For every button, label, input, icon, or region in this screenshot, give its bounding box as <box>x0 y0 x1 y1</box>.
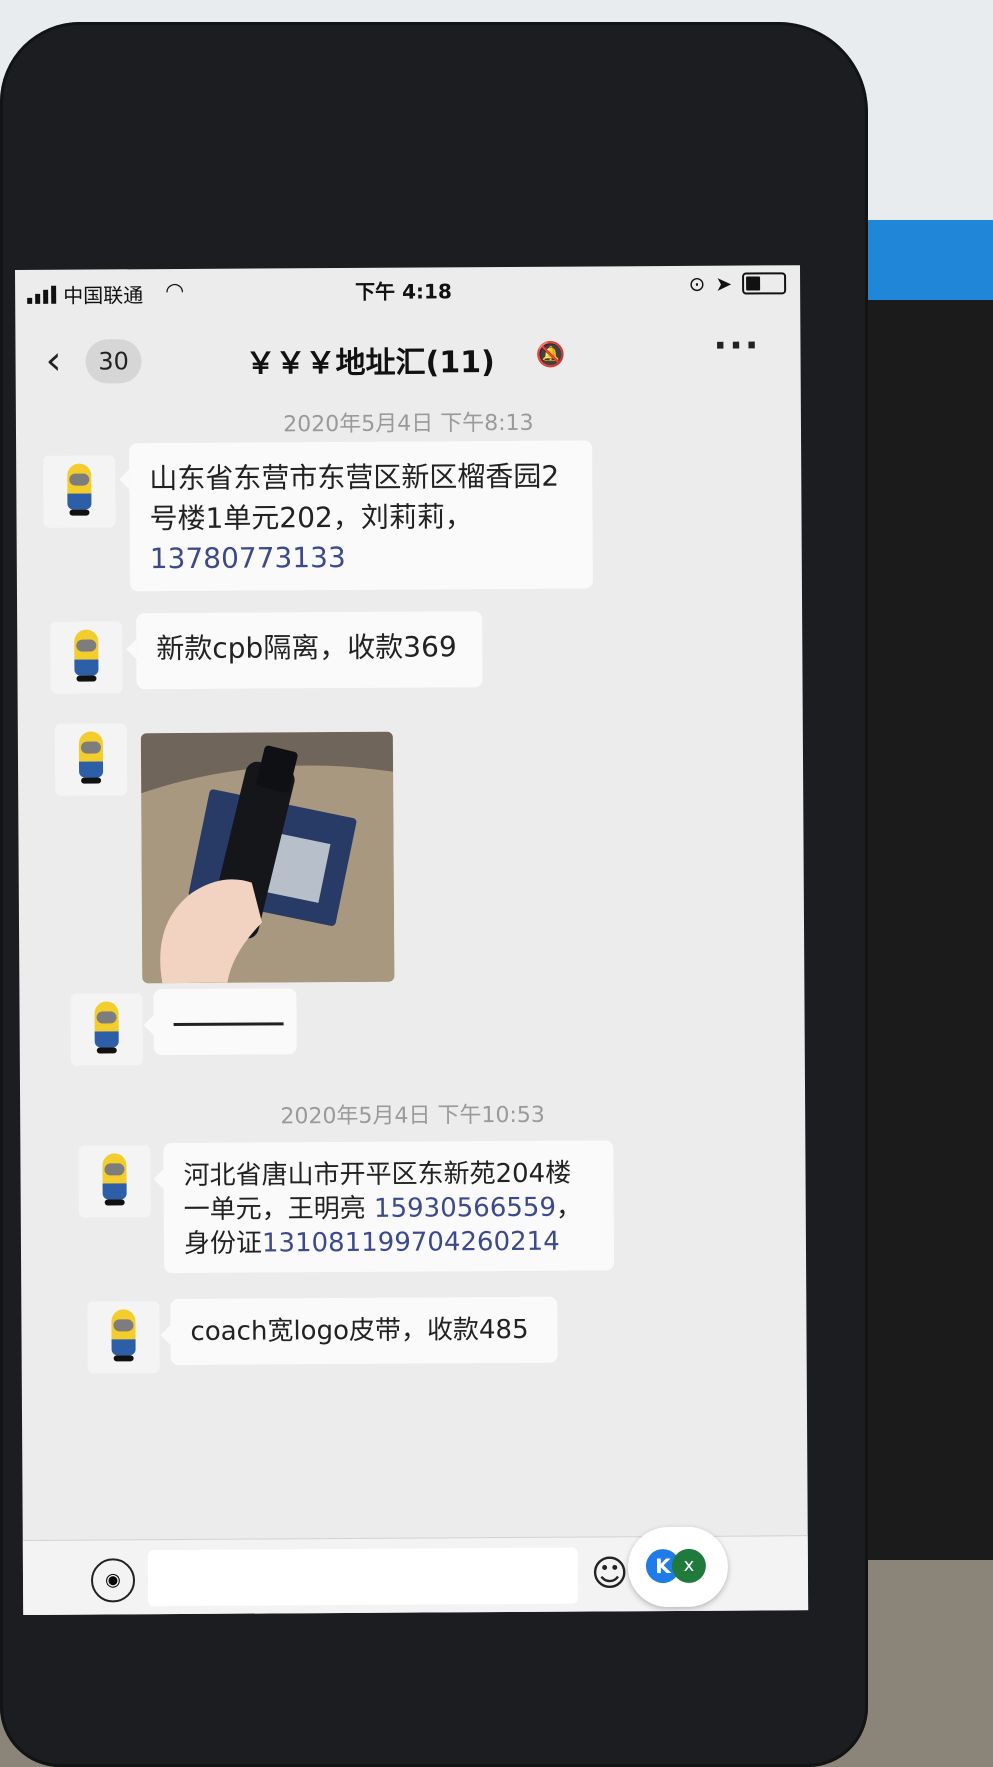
minion-avatar-icon <box>90 1001 122 1057</box>
unread-count-badge[interactable]: 30 <box>85 339 142 384</box>
minion-avatar-icon <box>63 463 95 520</box>
chat-header: ‹ 30 ￥￥￥地址汇(11) 🔕 ··· <box>15 315 800 402</box>
status-time: 下午 4:18 <box>355 279 452 304</box>
minion-avatar-icon <box>70 629 102 685</box>
phone-screen: 中国联通 ◠ 下午 4:18 ⊙ ➤ ‹ 30 ￥￥￥地址汇(11) 🔕 ···… <box>15 265 809 1615</box>
voice-icon[interactable]: ◉ <box>90 1558 136 1603</box>
avatar[interactable] <box>54 723 128 796</box>
carrier-label: 中国联通 <box>63 283 144 308</box>
floating-badge-b: x <box>671 1548 707 1584</box>
message-text: 新款cpb隔离，收款369 <box>156 630 457 666</box>
background-keyboard <box>853 300 993 1767</box>
minion-avatar-icon <box>98 1153 130 1209</box>
avatar[interactable] <box>78 1145 151 1218</box>
wifi-icon: ◠ <box>165 278 185 305</box>
avatar[interactable] <box>70 993 143 1066</box>
input-bar: ◉ ☺ K x <box>22 1526 809 1615</box>
more-icon[interactable]: ··· <box>713 325 760 366</box>
avatar[interactable] <box>87 1301 160 1374</box>
status-bar: 中国联通 ◠ 下午 4:18 ⊙ ➤ <box>15 265 800 320</box>
message-bubble[interactable] <box>153 988 297 1056</box>
background-monitor-frame <box>853 220 993 300</box>
message-text: 山东省东营市东营区新区榴香园2号楼1单元202，刘莉莉， <box>149 459 560 536</box>
status-icons: ⊙ ➤ <box>688 271 787 296</box>
id-number-link[interactable]: 131081199704260214 <box>262 1227 560 1259</box>
timestamp: 2020年5月4日 下午8:13 <box>283 410 534 438</box>
phone-number-link[interactable]: 15930566559 <box>374 1193 556 1224</box>
mute-bell-icon: 🔕 <box>535 340 566 369</box>
lock-rotation-icon: ⊙ <box>688 271 706 296</box>
minion-avatar-icon <box>107 1309 139 1365</box>
message-bubble[interactable]: 山东省东营市东营区新区榴香园2号楼1单元202，刘莉莉， 13780773133 <box>129 440 593 592</box>
phone-body: 中国联通 ◠ 下午 4:18 ⊙ ➤ ‹ 30 ￥￥￥地址汇(11) 🔕 ···… <box>0 22 868 1767</box>
timestamp: 2020年5月4日 下午10:53 <box>280 1102 545 1130</box>
image-message[interactable] <box>140 731 395 984</box>
chat-title: ￥￥￥地址汇(11) <box>245 345 495 382</box>
battery-icon <box>742 272 787 295</box>
dash-line <box>173 1022 284 1027</box>
floating-shortcut-button[interactable]: K x <box>627 1526 729 1608</box>
phone-number-link[interactable]: 13780773133 <box>150 541 346 575</box>
avatar[interactable] <box>50 621 123 694</box>
message-bubble[interactable]: coach宽logo皮带，收款485 <box>170 1296 558 1366</box>
product-photo <box>140 731 395 984</box>
emoji-icon[interactable]: ☺ <box>591 1553 629 1594</box>
minion-avatar-icon <box>75 731 107 787</box>
message-bubble[interactable]: 新款cpb隔离，收款369 <box>136 611 483 690</box>
message-input[interactable] <box>147 1547 579 1607</box>
message-text: coach宽logo皮带，收款485 <box>190 1314 529 1347</box>
back-chevron-icon[interactable]: ‹ <box>45 338 61 384</box>
avatar[interactable] <box>43 455 116 528</box>
location-icon: ➤ <box>715 271 733 296</box>
signal-icon <box>27 285 57 304</box>
message-bubble[interactable]: 河北省唐山市开平区东新苑204楼一单元，王明亮 15930566559，身份证1… <box>163 1140 615 1274</box>
